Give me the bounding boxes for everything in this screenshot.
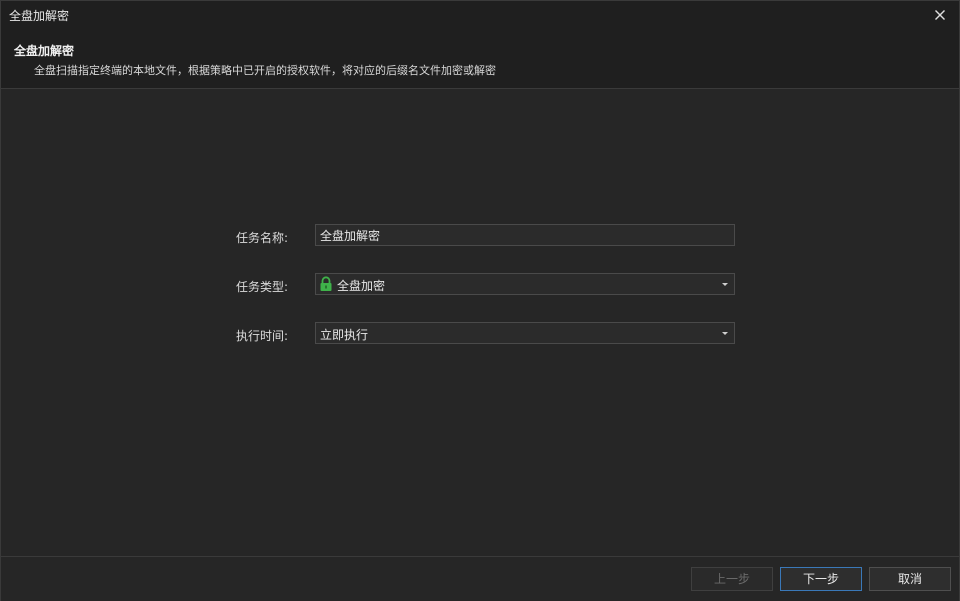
cancel-button[interactable]: 取消 (869, 567, 951, 591)
task-name-field[interactable] (315, 224, 735, 246)
close-icon (935, 10, 945, 20)
title-bar: 全盘加解密 (1, 1, 959, 29)
form-area: 任务名称: 任务类型: 全盘加密 执行时间: 立即执行 (1, 89, 959, 555)
wizard-footer: 上一步 下一步 取消 (1, 556, 959, 601)
wizard-header: 全盘加解密 全盘扫描指定终端的本地文件，根据策略中已开启的授权软件，将对应的后缀… (1, 29, 959, 89)
header-description: 全盘扫描指定终端的本地文件，根据策略中已开启的授权软件，将对应的后缀名文件加密或… (34, 64, 496, 77)
exec-time-label: 执行时间: (236, 329, 289, 343)
close-button[interactable] (929, 4, 951, 26)
task-type-value: 全盘加密 (337, 279, 386, 293)
task-name-input[interactable] (316, 225, 734, 245)
exec-time-value: 立即执行 (320, 328, 369, 342)
lock-icon (320, 276, 332, 291)
exec-time-select[interactable]: 立即执行 (315, 322, 735, 344)
chevron-down-icon (722, 332, 728, 335)
prev-button[interactable]: 上一步 (691, 567, 773, 591)
task-name-label: 任务名称: (236, 231, 289, 245)
chevron-down-icon (722, 283, 728, 286)
window-title: 全盘加解密 (9, 9, 70, 23)
header-title: 全盘加解密 (14, 44, 75, 58)
task-type-label: 任务类型: (236, 280, 289, 294)
task-type-select[interactable]: 全盘加密 (315, 273, 735, 295)
next-button[interactable]: 下一步 (780, 567, 862, 591)
dialog-window: 全盘加解密 全盘加解密 全盘扫描指定终端的本地文件，根据策略中已开启的授权软件，… (0, 0, 960, 601)
